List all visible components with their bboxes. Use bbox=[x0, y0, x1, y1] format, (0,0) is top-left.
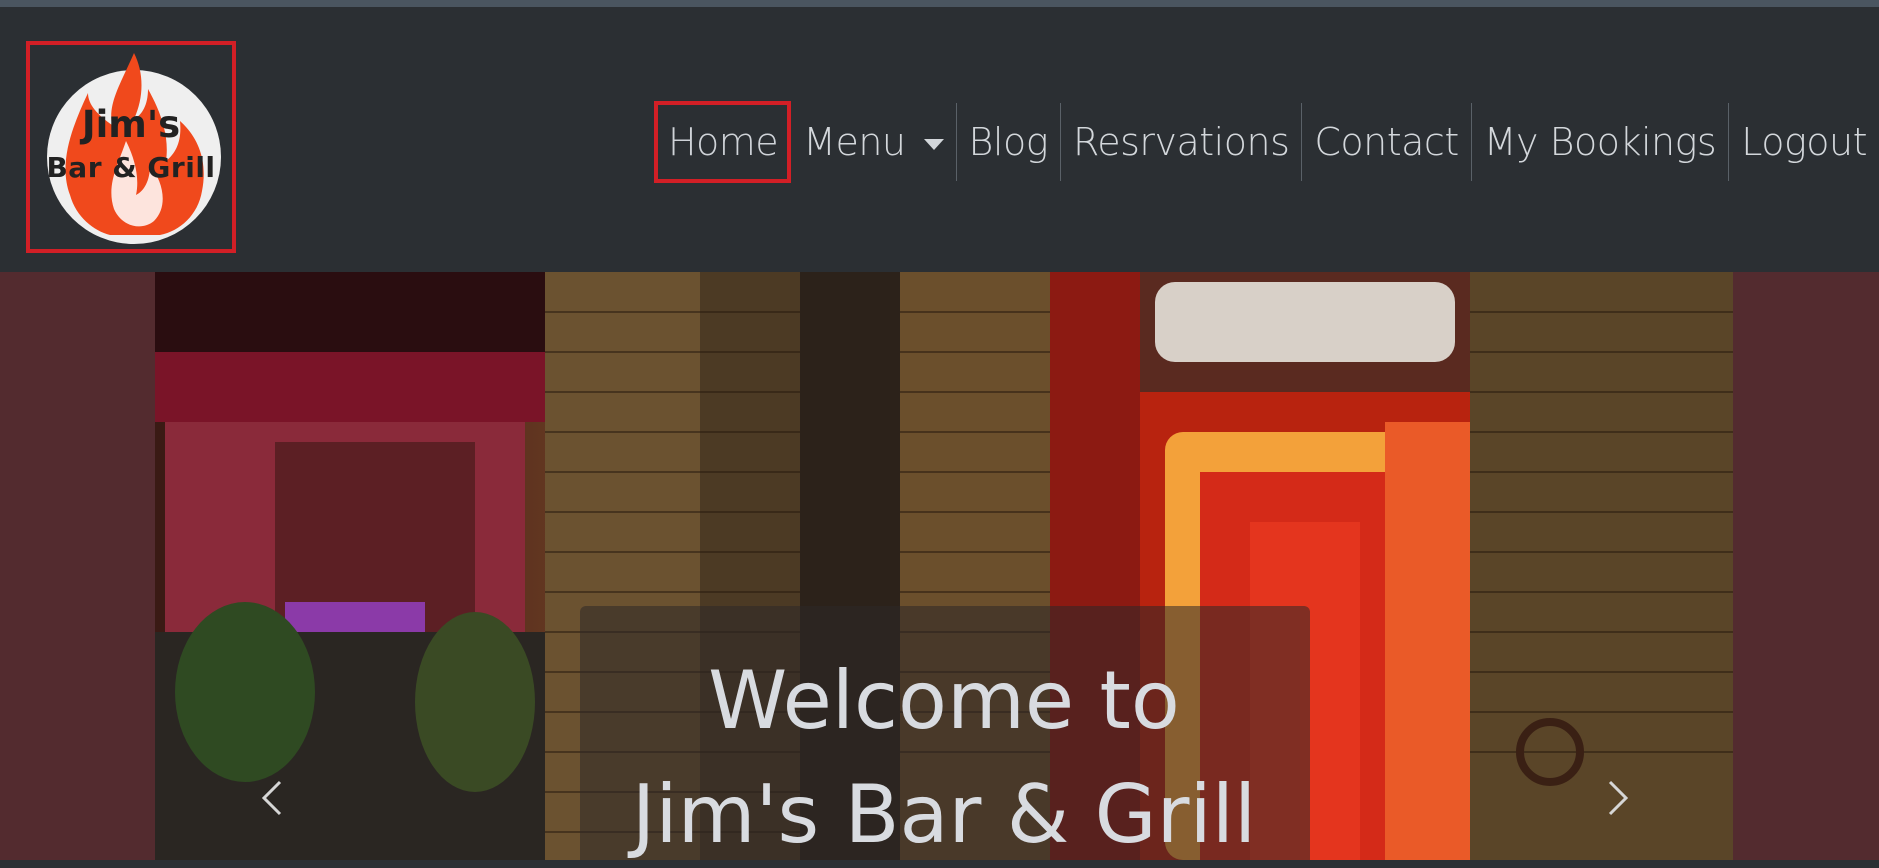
logo-text-subtitle: Bar & Grill bbox=[46, 151, 216, 184]
nav-home[interactable]: Home bbox=[653, 101, 792, 183]
nav-logout[interactable]: Logout bbox=[1729, 101, 1879, 183]
nav-my-bookings[interactable]: My Bookings bbox=[1472, 101, 1728, 183]
nav-contact[interactable]: Contact bbox=[1302, 101, 1470, 183]
hero-title-line1: Welcome to bbox=[708, 654, 1180, 747]
logo-text-name: Jim's bbox=[81, 103, 181, 146]
nav-blog[interactable]: Blog bbox=[957, 101, 1061, 183]
flame-logo-icon bbox=[47, 53, 221, 244]
main-nav: Home Menu Blog Resrvations Contact My Bo… bbox=[653, 101, 1879, 183]
nav-reservations[interactable]: Resrvations bbox=[1061, 101, 1301, 183]
navbar: Jim's Bar & Grill Home Menu Blog Resrvat… bbox=[0, 7, 1879, 272]
window-top-border bbox=[0, 0, 1879, 7]
brand-logo[interactable]: Jim's Bar & Grill bbox=[26, 41, 236, 253]
nav-menu-label: Menu bbox=[803, 120, 906, 164]
chevron-left-icon[interactable] bbox=[258, 778, 288, 818]
window-bottom-border bbox=[0, 860, 1879, 868]
nav-menu-dropdown[interactable]: Menu bbox=[791, 101, 955, 183]
chevron-right-icon[interactable] bbox=[1602, 778, 1632, 818]
caret-down-icon bbox=[923, 138, 944, 150]
